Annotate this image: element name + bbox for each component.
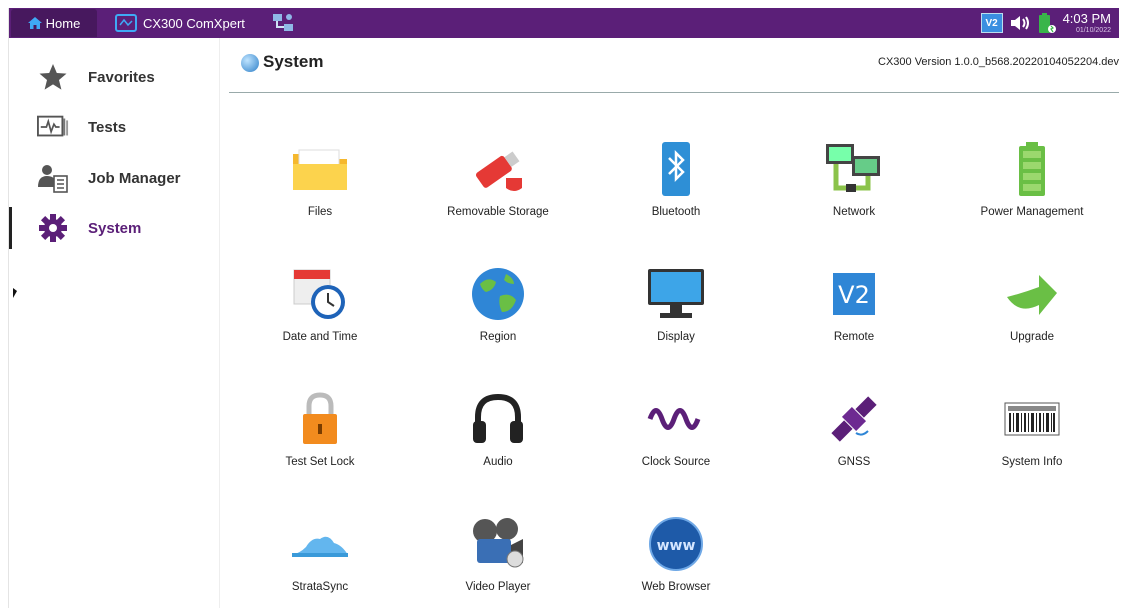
tile-removable-storage[interactable]: Removable Storage	[413, 108, 583, 218]
job-icon	[37, 162, 69, 194]
monitor-icon	[646, 265, 706, 323]
tile-display[interactable]: Display	[591, 233, 761, 343]
sidebar: Favorites Tests Job Manager System	[9, 38, 220, 608]
tile-video-player[interactable]: Video Player	[413, 483, 583, 593]
tile-label: System Info	[1001, 456, 1063, 468]
tile-label: Files	[307, 206, 333, 218]
vnc-icon: V2	[824, 265, 884, 323]
bluetooth-icon	[646, 140, 706, 198]
system-tile-grid: Files Removable Storage Bluetooth Networ…	[229, 108, 1119, 608]
cloud-icon	[290, 515, 350, 573]
sidebar-item-tests[interactable]: Tests	[9, 102, 219, 152]
tile-label: Web Browser	[641, 581, 711, 593]
tile-label: Date and Time	[282, 331, 358, 343]
home-tab[interactable]: Home	[11, 9, 97, 37]
tile-label: Remote	[833, 331, 875, 343]
barcode-icon	[1002, 390, 1062, 448]
system-globe-icon	[241, 54, 259, 72]
tile-upgrade[interactable]: Upgrade	[947, 233, 1117, 343]
tile-label: Test Set Lock	[285, 456, 355, 468]
satellite-icon	[824, 390, 884, 448]
tile-label: Display	[657, 331, 695, 343]
gear-icon	[37, 212, 69, 244]
sidebar-item-label: Job Manager	[88, 169, 181, 187]
upgrade-arrow-icon	[1002, 265, 1062, 323]
tile-label: StrataSync	[291, 581, 349, 593]
speaker-icon[interactable]	[1009, 14, 1031, 32]
app-tab-label: CX300 ComXpert	[143, 15, 245, 31]
www-globe-icon: www	[646, 515, 706, 573]
tile-system-info[interactable]: System Info	[947, 358, 1117, 468]
tile-bluetooth[interactable]: Bluetooth	[591, 108, 761, 218]
app-window: Home CX300 ComXpert V2 4:03 PM 01/10/202…	[8, 8, 1119, 608]
sidebar-item-label: Favorites	[88, 68, 155, 86]
film-reel-icon	[468, 515, 528, 573]
home-icon	[27, 17, 42, 29]
star-icon	[37, 61, 69, 93]
vnc-status-label: V2	[985, 17, 998, 29]
tile-label: Network	[832, 206, 876, 218]
sine-wave-icon	[646, 390, 706, 448]
sidebar-item-label: Tests	[88, 118, 127, 136]
version-label: CX300 Version 1.0.0_b568.20220104052204.…	[878, 56, 1119, 68]
clock-date: 01/10/2022	[1075, 27, 1111, 34]
tile-web-browser[interactable]: www Web Browser	[591, 483, 761, 593]
tile-region[interactable]: Region	[413, 233, 583, 343]
main-header: System CX300 Version 1.0.0_b568.20220104…	[229, 46, 1119, 93]
tile-files[interactable]: Files	[235, 108, 405, 218]
vnc-status-icon[interactable]: V2	[980, 13, 1003, 33]
sidebar-item-favorites[interactable]: Favorites	[9, 52, 219, 102]
tile-label: Clock Source	[641, 456, 711, 468]
tile-test-set-lock[interactable]: Test Set Lock	[235, 358, 405, 468]
home-tab-label: Home	[45, 15, 81, 31]
tile-label: Power Management	[980, 206, 1084, 218]
sidebar-item-label: System	[88, 219, 142, 237]
tile-network[interactable]: Network	[769, 108, 939, 218]
svg-text:www: www	[657, 538, 696, 554]
usb-drive-icon	[468, 140, 528, 198]
svg-text:V2: V2	[838, 281, 870, 309]
padlock-icon	[290, 390, 350, 448]
tile-label: Removable Storage	[447, 206, 549, 218]
folder-icon	[290, 140, 350, 198]
tile-label: Audio	[483, 456, 513, 468]
headphones-icon	[468, 390, 528, 448]
app-icon	[115, 14, 137, 32]
tile-power-management[interactable]: Power Management	[947, 108, 1117, 218]
top-bar: Home CX300 ComXpert V2 4:03 PM 01/10/202…	[9, 8, 1119, 38]
network-icon	[824, 140, 884, 198]
tile-gnss[interactable]: GNSS	[769, 358, 939, 468]
app-tab[interactable]: CX300 ComXpert	[115, 11, 245, 35]
tile-label: Video Player	[465, 581, 531, 593]
tile-label: Region	[479, 331, 517, 343]
sidebar-item-job-manager[interactable]: Job Manager	[9, 153, 219, 203]
mouse-cursor-icon	[13, 288, 17, 298]
tile-label: Bluetooth	[651, 206, 701, 218]
tile-audio[interactable]: Audio	[413, 358, 583, 468]
battery-icon	[1002, 140, 1062, 198]
tile-stratasync[interactable]: StrataSync	[235, 483, 405, 593]
battery-charging-icon[interactable]	[1037, 12, 1057, 34]
calendar-clock-icon	[290, 265, 350, 323]
tile-date-and-time[interactable]: Date and Time	[235, 233, 405, 343]
waveform-icon	[37, 111, 69, 143]
tile-label: GNSS	[837, 456, 871, 468]
sidebar-item-system[interactable]: System	[9, 203, 219, 253]
tile-label: Upgrade	[1009, 331, 1055, 343]
tile-remote[interactable]: V2 Remote	[769, 233, 939, 343]
globe-icon	[468, 265, 528, 323]
tile-clock-source[interactable]: Clock Source	[591, 358, 761, 468]
network-status-icon[interactable]	[271, 11, 295, 35]
clock: 4:03 PM 01/10/2022	[1063, 12, 1111, 34]
page-title: System	[263, 52, 324, 71]
clock-time: 4:03 PM	[1062, 11, 1111, 26]
status-area: V2 4:03 PM 01/10/2022	[980, 8, 1119, 38]
